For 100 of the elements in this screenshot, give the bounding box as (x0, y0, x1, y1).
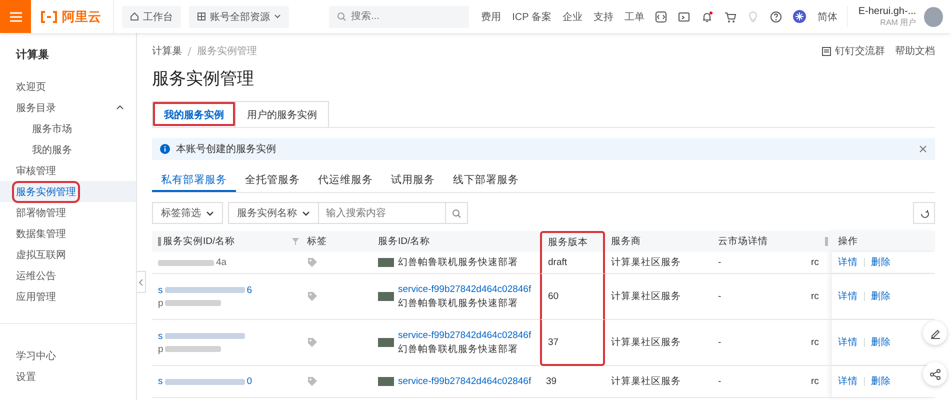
sub-tab[interactable]: 试用服务 (382, 169, 444, 192)
details-link[interactable]: 详情 (838, 375, 858, 388)
instance-name-text: p (158, 298, 164, 308)
sidebar-item[interactable]: 我的服务 (0, 139, 136, 160)
logo-text: 阿里云 (62, 8, 102, 26)
info-icon (160, 144, 170, 154)
redacted-block (165, 346, 222, 352)
cart-icon[interactable] (724, 10, 736, 22)
table-cell: 60 (540, 274, 605, 320)
sidebar-item[interactable]: 服务市场 (0, 118, 136, 139)
pencil-icon (930, 328, 940, 338)
sidebar-item[interactable]: 数据集管理 (0, 223, 136, 244)
sidebar-item[interactable]: 运维公告 (0, 265, 136, 286)
tag-icon (308, 292, 317, 301)
service-thumbnail (378, 377, 394, 386)
tab[interactable]: 用户的服务实例 (235, 101, 329, 127)
chat-group-icon (822, 46, 831, 56)
group-chat-link[interactable]: 钉钉交流群 (822, 44, 885, 58)
info-text: 本账号创建的服务实例 (176, 142, 277, 156)
grid-icon (197, 12, 206, 21)
terminal-icon[interactable] (678, 10, 690, 22)
help-link[interactable]: 帮助文档 (895, 44, 935, 58)
refresh-button[interactable] (913, 202, 935, 224)
chevron-left-icon (139, 278, 143, 286)
column-resize-handle-icon (158, 237, 161, 246)
delete-link[interactable]: 删除 (871, 256, 891, 269)
column-header: 服务版本 (540, 231, 605, 252)
service-name: 幻兽帕鲁联机服务快速部署 (398, 256, 518, 269)
service-id-link[interactable]: service-f99b27842d464c02846f (398, 330, 532, 340)
delete-link[interactable]: 删除 (871, 290, 891, 303)
code-icon[interactable] (655, 10, 668, 22)
menu-button[interactable] (0, 0, 32, 33)
column-resize-handle-icon (825, 237, 828, 246)
details-link[interactable]: 详情 (838, 290, 858, 303)
service-name: 幻兽帕鲁联机服务快速部署 (398, 296, 518, 310)
sidebar-item[interactable]: 欢迎页 (0, 76, 136, 97)
avatar[interactable] (924, 6, 943, 26)
details-link[interactable]: 详情 (838, 336, 858, 349)
nav-link[interactable]: 企业 (562, 10, 582, 24)
tag-icon (308, 377, 317, 386)
sidebar-title: 计算巢 (14, 48, 50, 63)
table-cell: 计算巢社区服务 (605, 252, 712, 274)
logo-icon (40, 10, 58, 22)
delete-link[interactable]: 删除 (871, 375, 891, 388)
sub-tab[interactable]: 私有部署服务 (152, 169, 236, 192)
redacted-block (165, 300, 222, 306)
share-button[interactable] (923, 362, 947, 386)
sidebar-item[interactable]: 虚拟互联网 (0, 244, 136, 265)
tag-filter-dropdown[interactable]: 标签筛选 (152, 202, 223, 224)
column-header: 服务实例ID/名称 (163, 235, 236, 248)
table-cell: draft (540, 252, 605, 274)
delete-link[interactable]: 删除 (871, 336, 891, 349)
instance-id-text[interactable]: s (158, 376, 163, 387)
table-cell: 39 (540, 366, 605, 398)
sidebar-item[interactable]: 审核管理 (0, 160, 136, 181)
instance-id-text[interactable]: 0 (246, 376, 252, 387)
sidebar-item[interactable]: 设置 (0, 366, 136, 387)
user-name: E-herui.gh-... (858, 6, 916, 18)
help-icon[interactable] (770, 10, 782, 22)
language-link[interactable]: 简体 (817, 10, 838, 24)
search-icon (452, 208, 461, 218)
sidebar-item[interactable]: 应用管理 (0, 286, 136, 307)
breadcrumb-link[interactable]: 计算巢 (152, 44, 182, 58)
column-header: 服务商 (605, 231, 712, 252)
nav-link[interactable]: 工单 (624, 10, 644, 24)
instance-id-text[interactable]: s (158, 284, 163, 296)
sub-tab[interactable]: 代运维服务 (309, 169, 382, 192)
link-text: 钉钉交流群 (835, 44, 885, 58)
details-link[interactable]: 详情 (838, 256, 858, 269)
table-cell: 37 (540, 320, 605, 366)
notification-bell-icon[interactable] (701, 10, 714, 22)
sidebar-item[interactable]: 服务目录 (0, 97, 136, 118)
workbench-button[interactable]: 工作台 (122, 6, 182, 28)
instance-id-text[interactable]: s (158, 330, 163, 342)
resources-dropdown[interactable]: 账号全部资源 (189, 6, 290, 28)
tag-icon (308, 258, 317, 267)
service-id-link[interactable]: service-f99b27842d464c02846f (398, 376, 532, 387)
table-cell: 计算巢社区服务 (605, 320, 712, 366)
service-id-link[interactable]: service-f99b27842d464c02846f (398, 284, 532, 294)
nav-link[interactable]: ICP 备案 (512, 10, 552, 24)
sub-tab[interactable]: 全托管服务 (236, 169, 309, 192)
edit-button[interactable] (923, 321, 947, 345)
close-icon[interactable] (919, 145, 927, 153)
search-group[interactable]: 服务实例名称 输入搜索内容 (228, 202, 468, 224)
sub-tab[interactable]: 线下部署服务 (444, 169, 528, 192)
search-input[interactable]: 搜索... (351, 11, 462, 22)
breadcrumb-current: 服务实例管理 (197, 44, 257, 58)
nav-link[interactable]: 支持 (593, 10, 614, 24)
tab[interactable]: 我的服务实例 (152, 101, 236, 127)
nav-link[interactable]: 费用 (481, 10, 502, 24)
chevron-down-icon (206, 210, 214, 216)
search-field[interactable]: 搜索... (329, 6, 470, 28)
instance-id-text[interactable]: 6 (246, 284, 252, 296)
column-header: 服务ID/名称 (372, 231, 540, 252)
sidebar-item[interactable]: 学习中心 (0, 345, 136, 366)
user-menu[interactable]: E-herui.gh-... RAM 用户 (847, 6, 916, 28)
sidebar-item[interactable]: 部署物管理 (0, 202, 136, 223)
instance-name-text: 4a (216, 257, 227, 268)
home-icon (130, 12, 140, 21)
app-badge-icon[interactable] (793, 10, 806, 23)
